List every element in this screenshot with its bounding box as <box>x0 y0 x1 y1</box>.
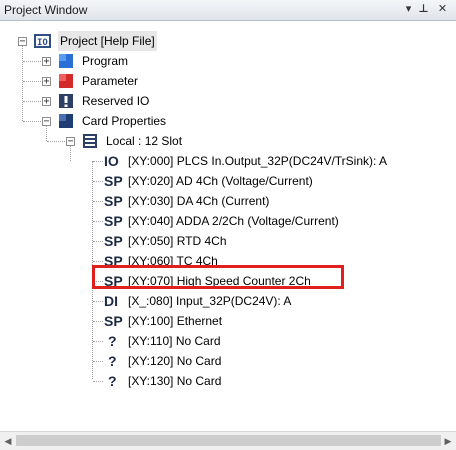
tree-item-label: [XY:100] Ethernet <box>128 314 223 328</box>
program-icon <box>58 53 74 69</box>
tree-item-label: Parameter <box>82 74 139 88</box>
tree-item-label: Card Properties <box>82 114 167 128</box>
tree-line <box>93 201 103 202</box>
tree-item-root[interactable]: − IO Project [Help File] <box>0 31 456 51</box>
tree-line <box>93 361 103 362</box>
sp-card-icon: SP <box>104 193 123 209</box>
tree-line <box>93 381 103 382</box>
tree-line <box>93 161 103 162</box>
di-card-icon: DI <box>104 293 118 309</box>
pin-icon[interactable]: ⊥ <box>417 3 430 16</box>
card-properties-icon <box>58 113 74 129</box>
sp-card-icon: SP <box>104 233 123 249</box>
tree-line <box>23 121 41 122</box>
tree-item-slot[interactable]: SP [XY:050] RTD 4Ch <box>0 231 456 251</box>
tree-item-slot[interactable]: ? [XY:120] No Card <box>0 351 456 371</box>
tree-item-slot[interactable]: SP [XY:100] Ethernet <box>0 311 456 331</box>
scrollbar-thumb[interactable] <box>16 435 441 446</box>
tree-item-label: [XY:020] AD 4Ch (Voltage/Current) <box>128 174 313 188</box>
tree-item-label: Reserved IO <box>82 94 150 108</box>
tree-line <box>23 101 41 102</box>
window-title: Project Window <box>4 3 88 17</box>
scroll-right-icon[interactable]: ▶ <box>442 435 454 447</box>
rack-icon <box>82 133 98 149</box>
tree-item-local[interactable]: − Local : 12 Slot <box>0 131 456 151</box>
tree-item-label: Local : 12 Slot <box>106 134 183 148</box>
tree-item-label: [X_:080] Input_32P(DC24V): A <box>128 294 292 308</box>
horizontal-scrollbar[interactable]: ◀ ▶ <box>0 431 456 450</box>
collapse-icon[interactable]: − <box>18 37 27 47</box>
tree-item-label: [XY:040] ADDA 2/2Ch (Voltage/Current) <box>128 214 339 228</box>
tree-item-slot[interactable]: IO [XY:000] PLCS In.Output_32P(DC24V/TrS… <box>0 151 456 171</box>
svg-text:IO: IO <box>37 38 48 48</box>
collapse-icon[interactable]: − <box>66 137 75 147</box>
close-icon[interactable]: ✕ <box>436 3 449 16</box>
tree-line <box>93 341 103 342</box>
tree-line <box>93 241 103 242</box>
tree-item-label: [XY:050] RTD 4Ch <box>128 234 227 248</box>
project-icon: IO <box>34 33 51 49</box>
collapse-icon[interactable]: − <box>42 117 51 127</box>
project-tree: − IO Project [Help File] + Program + Par… <box>0 21 456 431</box>
dropdown-icon[interactable]: ▾ <box>402 3 415 16</box>
tree-line <box>93 261 103 262</box>
reserved-io-icon <box>58 93 74 109</box>
title-bar: Project Window ▾ ⊥ ✕ <box>0 0 456 21</box>
tree-line <box>93 221 103 222</box>
tree-item-label: [XY:110] No Card <box>128 334 221 348</box>
tree-item-label: [XY:120] No Card <box>128 354 222 368</box>
tree-item-label: [XY:030] DA 4Ch (Current) <box>128 194 270 208</box>
tree-item-slot[interactable]: ? [XY:110] No Card <box>0 331 456 351</box>
tree-item-slot[interactable]: DI [X_:080] Input_32P(DC24V): A <box>0 291 456 311</box>
highlight-box <box>92 265 344 289</box>
expand-icon[interactable]: + <box>42 57 51 67</box>
no-card-icon: ? <box>108 373 117 389</box>
tree-item-label: [XY:000] PLCS In.Output_32P(DC24V/TrSink… <box>128 154 388 168</box>
tree-item-card-properties[interactable]: − Card Properties <box>0 111 456 131</box>
tree-line <box>47 141 65 142</box>
tree-item-reserved-io[interactable]: + Reserved IO <box>0 91 456 111</box>
sp-card-icon: SP <box>104 173 123 189</box>
tree-item-label: Program <box>82 54 129 68</box>
tree-item-slot[interactable]: SP [XY:040] ADDA 2/2Ch (Voltage/Current) <box>0 211 456 231</box>
io-card-icon: IO <box>104 153 119 169</box>
tree-item-slot[interactable]: SP [XY:030] DA 4Ch (Current) <box>0 191 456 211</box>
parameter-icon <box>58 73 74 89</box>
expand-icon[interactable]: + <box>42 77 51 87</box>
project-window: Project Window ▾ ⊥ ✕ − IO Project [Help … <box>0 0 456 450</box>
tree-line <box>93 301 103 302</box>
expand-icon[interactable]: + <box>42 97 51 107</box>
tree-item-program[interactable]: + Program <box>0 51 456 71</box>
tree-item-label: [XY:130] No Card <box>128 374 222 388</box>
tree-item-parameter[interactable]: + Parameter <box>0 71 456 91</box>
sp-card-icon: SP <box>104 313 123 329</box>
sp-card-icon: SP <box>104 213 123 229</box>
tree-item-slot[interactable]: SP [XY:020] AD 4Ch (Voltage/Current) <box>0 171 456 191</box>
no-card-icon: ? <box>108 353 117 369</box>
tree-line <box>93 181 103 182</box>
tree-line <box>93 321 103 322</box>
no-card-icon: ? <box>108 333 117 349</box>
tree-line <box>23 61 41 62</box>
tree-item-label: Project [Help File] <box>58 31 157 51</box>
tree-item-slot[interactable]: ? [XY:130] No Card <box>0 371 456 391</box>
scroll-left-icon[interactable]: ◀ <box>2 435 14 447</box>
tree-line <box>23 81 41 82</box>
